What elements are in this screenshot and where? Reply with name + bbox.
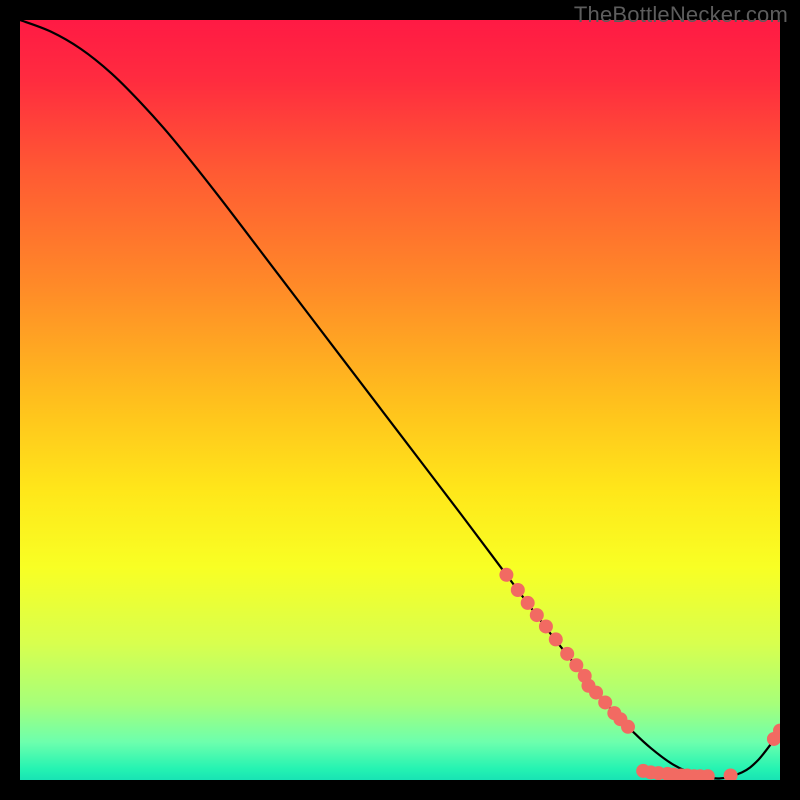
marker-dot bbox=[499, 568, 513, 582]
marker-dot bbox=[530, 608, 544, 622]
chart-svg bbox=[20, 20, 780, 780]
stage: TheBottleNecker.com bbox=[0, 0, 800, 800]
marker-dot bbox=[539, 619, 553, 633]
marker-dot bbox=[598, 695, 612, 709]
marker-dot bbox=[560, 647, 574, 661]
marker-dot bbox=[521, 596, 535, 610]
gradient-background bbox=[20, 20, 780, 780]
watermark-text: TheBottleNecker.com bbox=[574, 2, 788, 28]
chart-plot bbox=[20, 20, 780, 780]
marker-dot bbox=[621, 720, 635, 734]
marker-dot bbox=[511, 583, 525, 597]
marker-dot bbox=[549, 632, 563, 646]
